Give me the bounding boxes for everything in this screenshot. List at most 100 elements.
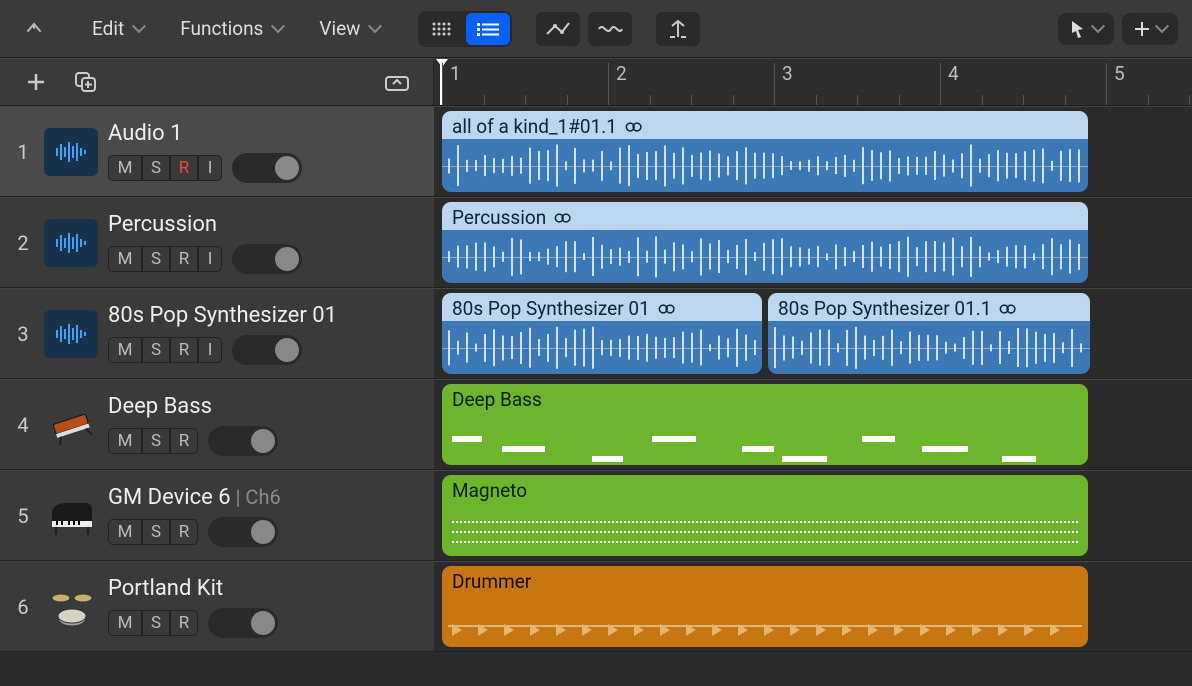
region[interactable]: Deep Bass	[442, 384, 1088, 465]
right-tool-select[interactable]	[1122, 13, 1178, 45]
track-header[interactable]: 380s Pop Synthesizer 01MSRI	[0, 288, 434, 379]
record-enable-button[interactable]: R	[170, 155, 198, 181]
mute-button[interactable]: M	[108, 246, 142, 272]
solo-button[interactable]: S	[142, 155, 170, 181]
track-on-off-toggle[interactable]	[208, 608, 278, 638]
record-enable-button[interactable]: R	[170, 610, 198, 636]
view-menu[interactable]: View	[305, 12, 394, 46]
track-row[interactable]: 380s Pop Synthesizer 01MSRI80s Pop Synth…	[0, 288, 1192, 379]
track-name: Percussion	[108, 212, 422, 237]
track-name: 80s Pop Synthesizer 01	[108, 303, 422, 328]
edit-menu-label: Edit	[92, 17, 124, 40]
track-lane[interactable]: all of a kind_1#01.1	[434, 106, 1192, 197]
track-row[interactable]: 1Audio 1MSRI all of a kind_1#01.1	[0, 106, 1192, 197]
automation-icon	[545, 20, 571, 38]
synth-track-icon[interactable]	[44, 401, 98, 449]
bar-label: 1	[450, 62, 461, 85]
track-row[interactable]: 2PercussionMSRIPercussion	[0, 197, 1192, 288]
chevron-down-icon	[368, 19, 382, 33]
input-monitor-button[interactable]: I	[198, 246, 222, 272]
solo-button[interactable]: S	[142, 246, 170, 272]
grid-view-toggle[interactable]	[420, 13, 464, 45]
catch-playhead-icon	[667, 19, 689, 39]
ruler[interactable]: 12345	[434, 59, 1192, 105]
duplicate-track-button[interactable]	[66, 64, 106, 100]
piano-track-icon[interactable]	[44, 492, 98, 540]
track-number: 6	[12, 595, 34, 619]
track-header[interactable]: 5GM Device 6 | Ch6MSR	[0, 470, 434, 561]
loop-icon	[658, 297, 676, 320]
region-name: Percussion	[452, 206, 546, 229]
back-up-button[interactable]	[14, 12, 54, 46]
pointer-tool[interactable]	[1058, 13, 1114, 45]
track-on-off-toggle[interactable]	[208, 426, 278, 456]
add-tool[interactable]	[1122, 13, 1178, 45]
audio-track-icon[interactable]	[44, 128, 98, 176]
record-enable-button[interactable]: R	[170, 428, 198, 454]
mute-button[interactable]: M	[108, 519, 142, 545]
audio-track-icon[interactable]	[44, 310, 98, 358]
track-header[interactable]: 1Audio 1MSRI	[0, 106, 434, 197]
region[interactable]: 80s Pop Synthesizer 01.1	[768, 293, 1090, 374]
functions-menu[interactable]: Functions	[166, 12, 297, 46]
solo-button[interactable]: S	[142, 337, 170, 363]
audio-track-icon[interactable]	[44, 219, 98, 267]
track-lane[interactable]: Percussion	[434, 197, 1192, 288]
record-enable-button[interactable]: R	[170, 519, 198, 545]
track-header-bar	[0, 59, 434, 105]
list-icon	[476, 21, 500, 37]
global-tracks-button[interactable]	[377, 64, 417, 100]
track-on-off-toggle[interactable]	[232, 244, 302, 274]
solo-button[interactable]: S	[142, 428, 170, 454]
plus-icon	[25, 71, 47, 93]
mute-button[interactable]: M	[108, 337, 142, 363]
mute-button[interactable]: M	[108, 155, 142, 181]
region-name: 80s Pop Synthesizer 01.1	[778, 297, 991, 320]
region[interactable]: Drummer	[442, 566, 1088, 647]
track-on-off-toggle[interactable]	[232, 335, 302, 365]
chevron-down-icon	[132, 19, 146, 33]
view-menu-label: View	[319, 17, 360, 40]
region-name: Magneto	[452, 479, 527, 502]
record-enable-button[interactable]: R	[170, 337, 198, 363]
left-tool-select[interactable]	[1058, 13, 1114, 45]
track-on-off-toggle[interactable]	[208, 517, 278, 547]
add-track-button[interactable]	[16, 64, 56, 100]
list-view-toggle[interactable]	[466, 13, 510, 45]
flex-icon	[597, 20, 623, 38]
region[interactable]: 80s Pop Synthesizer 01	[442, 293, 762, 374]
mute-button[interactable]: M	[108, 428, 142, 454]
grid-icon	[431, 21, 453, 37]
track-name: GM Device 6 | Ch6	[108, 485, 422, 510]
track-header[interactable]: 2PercussionMSRI	[0, 197, 434, 288]
track-header[interactable]: 6Portland KitMSR	[0, 561, 434, 652]
track-row[interactable]: 6Portland KitMSRDrummer	[0, 561, 1192, 652]
mute-button[interactable]: M	[108, 610, 142, 636]
tracks-area: 1Audio 1MSRIall of a kind_1#01.12Percuss…	[0, 106, 1192, 652]
track-row[interactable]: 5GM Device 6 | Ch6MSRMagneto	[0, 470, 1192, 561]
input-monitor-button[interactable]: I	[198, 155, 222, 181]
region[interactable]: Percussion	[442, 202, 1088, 283]
record-enable-button[interactable]: R	[170, 246, 198, 272]
flex-button[interactable]	[588, 12, 632, 46]
automation-button[interactable]	[536, 12, 580, 46]
solo-button[interactable]: S	[142, 610, 170, 636]
loop-icon	[999, 297, 1017, 320]
input-monitor-button[interactable]: I	[198, 337, 222, 363]
edit-menu[interactable]: Edit	[78, 12, 158, 46]
track-lane[interactable]: Magneto	[434, 470, 1192, 561]
region-name: all of a kind_1#01.1	[452, 115, 617, 138]
track-lane[interactable]: Deep Bass	[434, 379, 1192, 470]
region[interactable]: Magneto	[442, 475, 1088, 556]
track-lane[interactable]: 80s Pop Synthesizer 01 80s Pop Synthesize…	[434, 288, 1192, 379]
bar-label: 2	[616, 62, 627, 85]
solo-button[interactable]: S	[142, 519, 170, 545]
track-row[interactable]: 4Deep BassMSRDeep Bass	[0, 379, 1192, 470]
catch-playhead-button[interactable]	[656, 12, 700, 46]
region[interactable]: all of a kind_1#01.1	[442, 111, 1088, 192]
drums-track-icon[interactable]	[44, 583, 98, 631]
track-header[interactable]: 4Deep BassMSR	[0, 379, 434, 470]
track-lane[interactable]: Drummer	[434, 561, 1192, 652]
track-on-off-toggle[interactable]	[232, 153, 302, 183]
main-toolbar: Edit Functions View	[0, 0, 1192, 58]
